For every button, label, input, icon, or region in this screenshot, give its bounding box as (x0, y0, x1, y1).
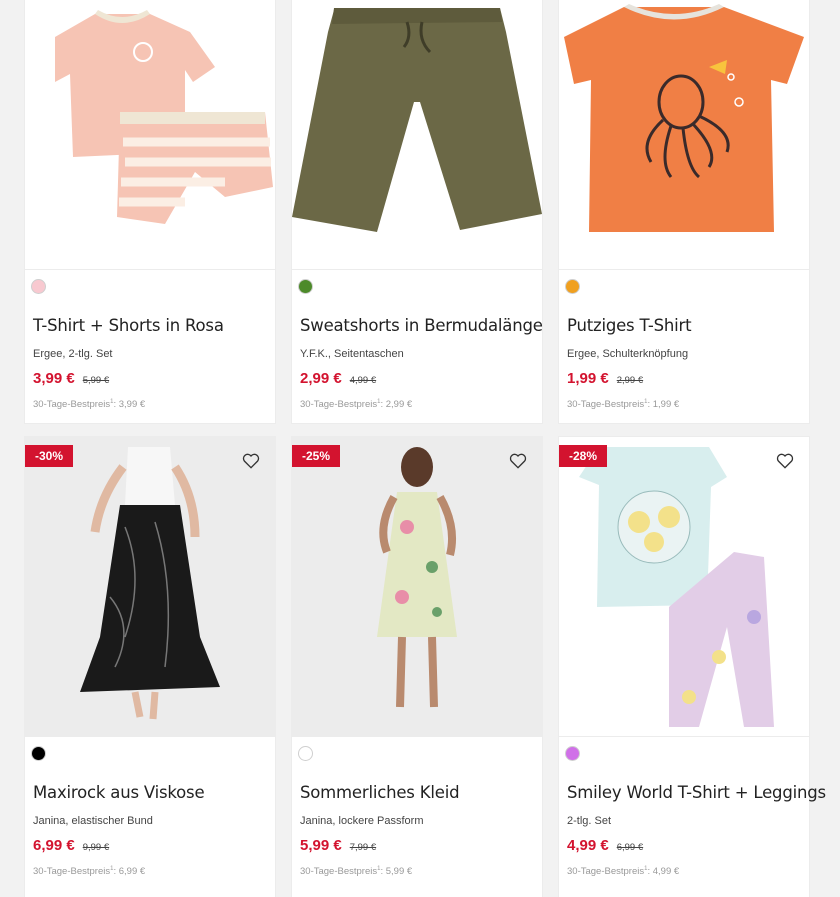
product-image[interactable]: -28% (559, 437, 809, 736)
olive-shorts-image (292, 0, 542, 269)
old-price: 7,99 € (349, 842, 377, 853)
product-info: Putziges T-Shirt Ergee, Schulterknöpfung… (559, 269, 809, 424)
product-subtitle: 2-tlg. Set (567, 815, 612, 827)
price-row: 4,99 € 6,99 € (567, 837, 643, 855)
heart-icon[interactable] (775, 451, 795, 471)
best-price-value: : 4,99 € (647, 866, 680, 878)
best-price-label: 30-Tage-Bestpreis (300, 866, 378, 878)
product-subtitle: Janina, lockere Passform (300, 815, 424, 827)
discount-badge: -30% (25, 445, 74, 467)
best-price-label: 30-Tage-Bestpreis (33, 399, 111, 411)
best-price-value: : 3,99 € (113, 399, 146, 411)
product-title[interactable]: Sweatshorts in Bermudalänge (300, 316, 543, 335)
best-price-value: : 5,99 € (380, 866, 413, 878)
color-swatch[interactable] (299, 747, 312, 760)
best-price-label: 30-Tage-Bestpreis (567, 866, 645, 878)
current-price: 6,99 € (33, 837, 75, 854)
product-image[interactable]: -30% (25, 437, 275, 736)
product-title[interactable]: Putziges T-Shirt (567, 316, 692, 335)
smiley-tshirt-leggings-image (559, 437, 809, 736)
discount-badge: -28% (559, 445, 608, 467)
product-grid: T-Shirt + Shorts in Rosa Ergee, 2-tlg. S… (0, 0, 840, 897)
floral-summer-dress-image (292, 437, 542, 736)
product-card[interactable]: Putziges T-Shirt Ergee, Schulterknöpfung… (559, 0, 809, 423)
current-price: 1,99 € (567, 370, 609, 387)
best-price-label: 30-Tage-Bestpreis (300, 399, 378, 411)
heart-icon[interactable] (241, 451, 261, 471)
product-info: Maxirock aus Viskose Janina, elastischer… (25, 736, 275, 897)
color-swatch[interactable] (566, 280, 579, 293)
color-swatch[interactable] (299, 280, 312, 293)
product-image[interactable]: -25% (292, 437, 542, 736)
current-price: 2,99 € (300, 370, 342, 387)
product-subtitle: Ergee, Schulterknöpfung (567, 348, 689, 360)
product-subtitle: Ergee, 2-tlg. Set (33, 348, 113, 360)
best-price-label: 30-Tage-Bestpreis (33, 866, 111, 878)
product-title[interactable]: T-Shirt + Shorts in Rosa (33, 316, 224, 335)
discount-badge: -25% (292, 445, 341, 467)
product-card[interactable]: Sweatshorts in Bermudalänge Y.F.K., Seit… (292, 0, 543, 424)
best-price-value: : 2,99 € (380, 399, 413, 411)
product-title[interactable]: Sommerliches Kleid (300, 783, 460, 802)
product-info: Sweatshorts in Bermudalänge Y.F.K., Seit… (292, 269, 543, 424)
best-price-value: : 1,99 € (647, 399, 680, 411)
best-price-label: 30-Tage-Bestpreis (567, 399, 645, 411)
old-price: 5,99 € (82, 375, 110, 386)
product-card[interactable]: -30% Maxirock aus Viskose Janina, elasti… (25, 437, 275, 897)
product-card[interactable]: T-Shirt + Shorts in Rosa Ergee, 2-tlg. S… (25, 0, 275, 423)
black-maxi-skirt-image (25, 437, 275, 736)
price-row: 6,99 € 9,99 € (33, 837, 109, 855)
best-price-value: : 6,99 € (113, 866, 146, 878)
product-info: Smiley World T-Shirt + Leggings 2-tlg. S… (559, 736, 826, 897)
current-price: 5,99 € (300, 837, 342, 854)
product-title[interactable]: Smiley World T-Shirt + Leggings (567, 783, 826, 802)
best-price-note: 30-Tage-Bestpreis1: 5,99 € (300, 866, 412, 877)
heart-icon[interactable] (508, 451, 528, 471)
best-price-note: 30-Tage-Bestpreis1: 3,99 € (33, 399, 145, 410)
old-price: 9,99 € (82, 842, 110, 853)
price-row: 1,99 € 2,99 € (567, 370, 643, 388)
old-price: 2,99 € (616, 375, 644, 386)
color-swatch[interactable] (32, 747, 45, 760)
price-row: 5,99 € 7,99 € (300, 837, 376, 855)
price-row: 3,99 € 5,99 € (33, 370, 109, 388)
color-swatch[interactable] (32, 280, 45, 293)
product-image[interactable] (292, 0, 542, 269)
orange-octopus-tshirt-image (559, 0, 809, 269)
best-price-note: 30-Tage-Bestpreis1: 4,99 € (567, 866, 679, 877)
color-swatch[interactable] (566, 747, 579, 760)
product-card[interactable]: -25% Sommerliches Kleid Janina, lockere … (292, 437, 542, 897)
current-price: 4,99 € (567, 837, 609, 854)
best-price-note: 30-Tage-Bestpreis1: 6,99 € (33, 866, 145, 877)
price-row: 2,99 € 4,99 € (300, 370, 376, 388)
product-info: T-Shirt + Shorts in Rosa Ergee, 2-tlg. S… (25, 269, 275, 424)
current-price: 3,99 € (33, 370, 75, 387)
product-image[interactable] (25, 0, 275, 269)
product-image[interactable] (559, 0, 809, 269)
best-price-note: 30-Tage-Bestpreis1: 2,99 € (300, 399, 412, 410)
old-price: 4,99 € (349, 375, 377, 386)
product-card[interactable]: -28% Smiley World T-Shirt + Leggings 2-t… (559, 437, 826, 897)
best-price-note: 30-Tage-Bestpreis1: 1,99 € (567, 399, 679, 410)
old-price: 6,99 € (616, 842, 644, 853)
product-title[interactable]: Maxirock aus Viskose (33, 783, 205, 802)
pink-tshirt-shorts-image (25, 0, 275, 269)
product-subtitle: Janina, elastischer Bund (33, 815, 153, 827)
product-info: Sommerliches Kleid Janina, lockere Passf… (292, 736, 542, 897)
product-subtitle: Y.F.K., Seitentaschen (300, 348, 404, 360)
